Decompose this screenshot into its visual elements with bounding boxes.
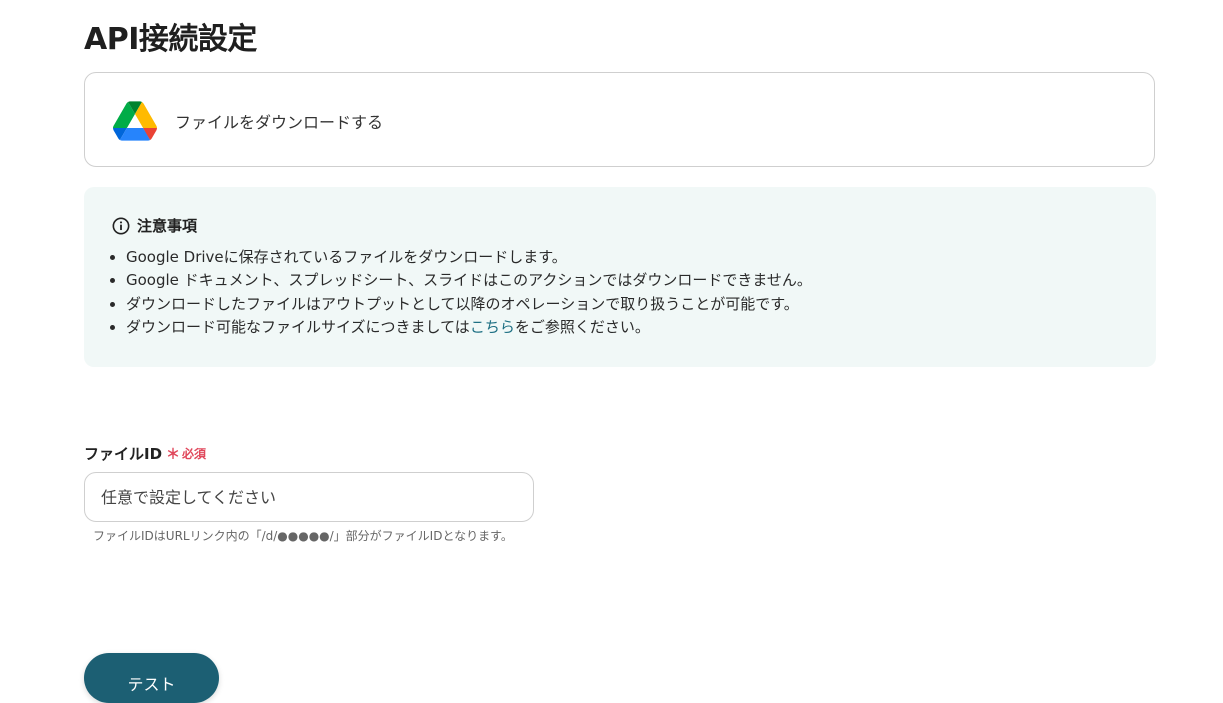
file-id-label: ファイルID ＊ 必須 [84,443,206,464]
required-star: ＊ [166,446,181,463]
file-id-help: ファイルIDはURLリンク内の「/d/●●●●●/」部分がファイルIDとなります… [93,529,513,543]
notice-heading: 注意事項 [112,215,197,236]
notice-box: 注意事項 Google Driveに保存されているファイルをダウンロードします。… [84,187,1156,367]
file-size-link[interactable]: こちら [470,318,515,336]
required-badge: 必須 [182,447,207,461]
google-drive-icon [113,101,157,141]
file-id-input[interactable] [84,472,534,522]
notice-item-text: ダウンロード可能なファイルサイズにつきましては [126,317,470,336]
notice-heading-text: 注意事項 [137,217,198,235]
notice-item: ダウンロードしたファイルはアウトプットとして以降のオペレーションで取り扱うことが… [126,293,812,316]
file-id-label-text: ファイルID [84,445,163,463]
notice-item-text: をご参照ください。 [514,317,650,336]
notice-list: Google Driveに保存されているファイルをダウンロードします。 Goog… [108,246,812,339]
notice-item: Google ドキュメント、スプレッドシート、スライドはこのアクションではダウン… [126,269,812,292]
page-title: API接続設定 [84,22,257,57]
action-card[interactable]: ファイルをダウンロードする [84,72,1155,167]
test-button[interactable]: テスト [84,653,219,703]
notice-item: ダウンロード可能なファイルサイズにつきましてはこちらをご参照ください。 [126,316,812,339]
action-label: ファイルをダウンロードする [175,113,384,132]
info-icon [112,217,130,234]
notice-item: Google Driveに保存されているファイルをダウンロードします。 [126,246,812,269]
